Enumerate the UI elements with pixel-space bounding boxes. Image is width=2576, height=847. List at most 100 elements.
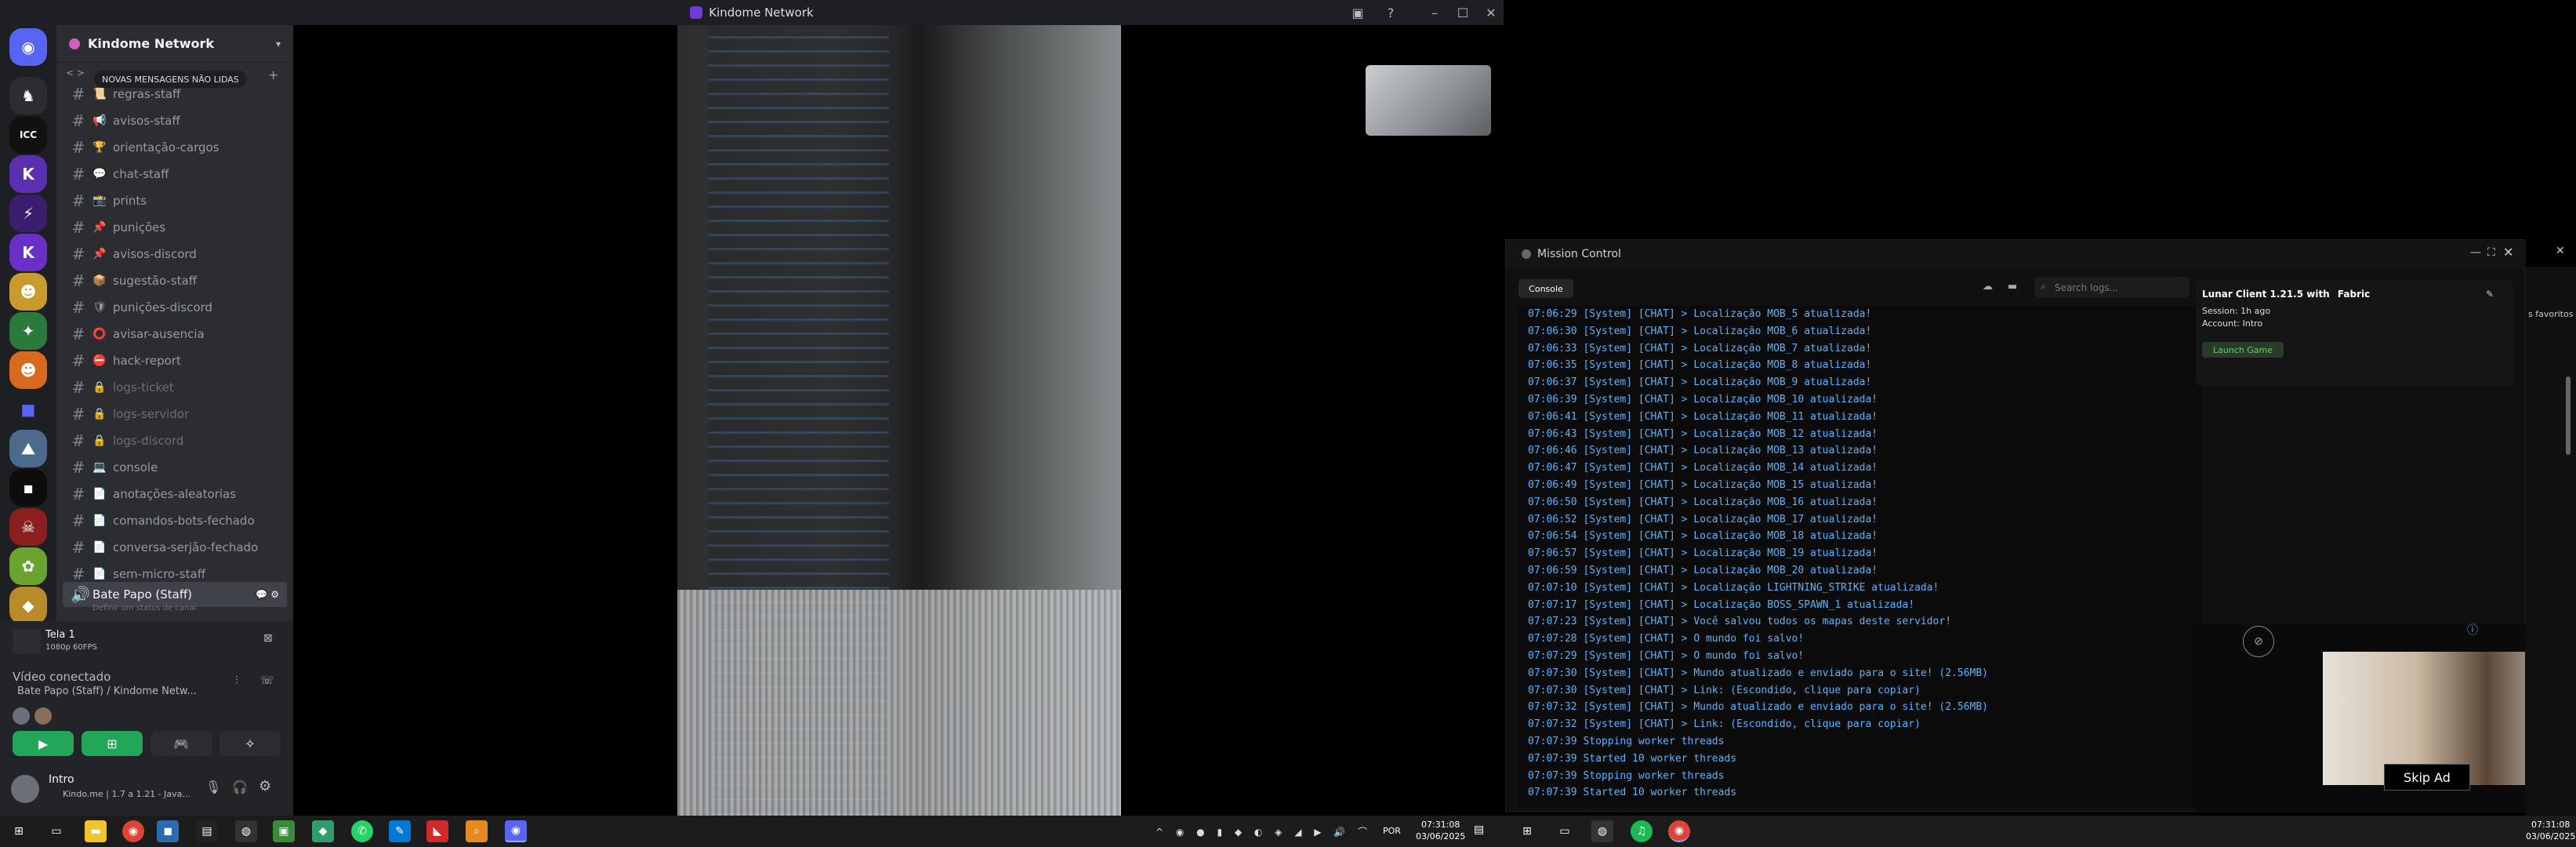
avatar[interactable]	[13, 707, 30, 725]
ad-info-icon[interactable]: ⓘ	[2467, 622, 2478, 638]
channel-item[interactable]: # 🏆 orientação-cargos	[63, 135, 287, 160]
channel-item[interactable]: # 📄 conversa-serjão-fechado	[63, 535, 287, 560]
log-line: 07:06:33 [System] [CHAT] > Localização M…	[1528, 342, 1872, 354]
camera-button[interactable]: ▶	[13, 731, 74, 756]
avatar[interactable]	[34, 707, 52, 725]
channel-item[interactable]: # 📌 punições	[63, 215, 287, 240]
minimize-button[interactable]: –	[1420, 0, 1449, 25]
server-icon[interactable]: ☻	[9, 273, 47, 311]
task-view-icon[interactable]: ▭	[45, 820, 67, 842]
channel-item[interactable]: # 🛡 punições-discord	[63, 295, 287, 320]
spotify-icon[interactable]: ♫	[1631, 820, 1653, 842]
channel-emoji-icon: 📄	[93, 568, 107, 580]
category-collapse-icon[interactable]: < >	[66, 67, 85, 78]
channel-item[interactable]: # 📢 avisos-staff	[63, 108, 287, 133]
headphones-icon[interactable]: 🎧	[232, 780, 248, 794]
voice-location[interactable]: Bate Papo (Staff) / Kindome Netw...	[17, 685, 197, 697]
channel-item[interactable]: # 📌 avisos-discord	[63, 242, 287, 267]
folder-icon[interactable]: ▬	[2008, 281, 2017, 293]
language-indicator[interactable]: POR	[1383, 826, 1401, 836]
server-icon[interactable]: K	[9, 155, 47, 193]
system-tray[interactable]: ^ ◉ ● ▮ ◆ ◐ ◈ ◢ ▶ 🔊 ⌒	[1156, 825, 1372, 838]
soundboard-button[interactable]: ✧	[220, 731, 281, 756]
server-icon[interactable]: ♞	[9, 77, 47, 115]
launch-game-button[interactable]: Launch Game	[2202, 342, 2284, 358]
channel-item[interactable]: # 📄 comandos-bots-fechado	[63, 508, 287, 533]
inbox-icon[interactable]: ▣	[1344, 0, 1372, 25]
activity-button[interactable]: 🎮	[151, 731, 212, 756]
chrome-icon[interactable]: ◉	[1668, 820, 1690, 842]
close-button[interactable]: ✕	[2503, 245, 2513, 260]
channel-item[interactable]: # 📦 sugestão-staff	[63, 268, 287, 293]
tab-console[interactable]: Console	[1518, 279, 1573, 298]
chrome-icon[interactable]: ◉	[122, 820, 144, 842]
channel-item[interactable]: # 📄 anotações-aleatorias	[63, 482, 287, 507]
avatar[interactable]	[11, 775, 39, 803]
settings-icon[interactable]: ✎	[2486, 289, 2494, 300]
voice-actions-icon[interactable]: 💬⚙	[256, 589, 282, 600]
channel-item[interactable]: # 💻 console	[63, 455, 287, 480]
channel-item[interactable]: # ⭕ avisar-ausencia	[63, 322, 287, 347]
add-channel-icon[interactable]: +	[268, 67, 278, 82]
server-icon[interactable]: ◆	[9, 587, 47, 624]
folder-icon[interactable]: ■	[9, 391, 47, 428]
app-icon[interactable]: ◆	[312, 820, 334, 842]
close-button[interactable]: ✕	[2556, 245, 2565, 257]
microphone-icon[interactable]: 🎙	[205, 780, 221, 794]
channel-item[interactable]: # 💬 chat-staff	[63, 162, 287, 187]
gear-icon[interactable]: ⚙	[259, 778, 271, 794]
close-button[interactable]: ✕	[1477, 0, 1505, 25]
whatsapp-icon[interactable]: ✆	[351, 820, 373, 842]
channel-item[interactable]: # 📸 prints	[63, 188, 287, 213]
app-icon[interactable]: ✎	[389, 820, 411, 842]
search-app-icon[interactable]: ⌕	[466, 820, 488, 842]
clock[interactable]: 07:31:08 03/06/2025	[1416, 819, 1465, 842]
app-icon[interactable]: ◍	[1591, 820, 1613, 842]
app-icon[interactable]: ◣	[426, 820, 448, 842]
maximize-button[interactable]: ⛶	[2487, 246, 2495, 259]
maximize-button[interactable]: ☐	[1449, 0, 1477, 25]
voice-status-hint[interactable]: Definir um status de canal	[93, 604, 196, 613]
server-icon[interactable]: ▪	[9, 469, 47, 507]
stream-thumbnail[interactable]	[13, 629, 41, 654]
channel-item[interactable]: # 🔒 logs-ticket	[63, 375, 287, 400]
skip-ad-button[interactable]: Skip Ad	[2384, 764, 2470, 791]
app-icon[interactable]: ◼	[157, 820, 179, 842]
server-icon[interactable]: ✿	[9, 547, 47, 585]
server-icon[interactable]: ⚡	[9, 194, 47, 232]
clock[interactable]: 07:31:08 03/06/2025	[2526, 819, 2575, 842]
upload-icon[interactable]: ☁	[1983, 281, 1993, 293]
app-icon[interactable]: ▣	[273, 820, 295, 842]
start-icon[interactable]: ⊞	[1516, 820, 1538, 842]
start-icon[interactable]: ⊞	[8, 820, 30, 842]
file-explorer-icon[interactable]: ▬	[85, 820, 107, 842]
scrollbar[interactable]	[2566, 376, 2571, 455]
server-icon[interactable]: ICC	[9, 116, 47, 154]
stop-stream-icon[interactable]: ⊠	[263, 632, 273, 645]
stream-video[interactable]	[677, 25, 1121, 816]
terminal-icon[interactable]: ▤	[196, 820, 218, 842]
self-camera-preview[interactable]	[1366, 65, 1491, 136]
channel-item[interactable]: # ⛔ hack-report	[63, 348, 287, 373]
disconnect-icon[interactable]: ☏	[260, 674, 274, 687]
new-messages-pill[interactable]: NOVAS MENSAGENS NÃO LIDAS	[94, 71, 247, 88]
noise-suppression-icon[interactable]: ⫶	[235, 674, 238, 687]
task-view-icon[interactable]: ▭	[1554, 820, 1576, 842]
server-icon[interactable]: ☠	[9, 508, 47, 546]
log-output[interactable]: 07:06:29 [System] [CHAT] > Localização M…	[1518, 306, 2202, 808]
app-icon[interactable]: ◍	[235, 820, 257, 842]
minimize-button[interactable]: —	[2470, 246, 2481, 259]
channel-item[interactable]: # 🔒 logs-servidor	[63, 402, 287, 427]
discord-taskbar-icon[interactable]: ◉	[505, 820, 527, 842]
server-icon[interactable]: K	[9, 234, 47, 271]
search-logs-input[interactable]: ⌕ Search logs...	[2034, 277, 2190, 298]
server-icon[interactable]: ⛰	[9, 430, 47, 467]
channel-item[interactable]: # 🔒 logs-discord	[63, 428, 287, 453]
server-icon[interactable]: ✦	[9, 312, 47, 350]
help-icon[interactable]: ?	[1377, 0, 1405, 25]
notification-icon[interactable]: ▤	[1474, 823, 1484, 836]
server-icon[interactable]: ☻	[9, 351, 47, 389]
share-screen-button[interactable]: ⊞	[82, 731, 143, 756]
server-header[interactable]: Kindome Network ▾	[56, 25, 293, 63]
home-icon[interactable]: ◉	[9, 28, 47, 66]
